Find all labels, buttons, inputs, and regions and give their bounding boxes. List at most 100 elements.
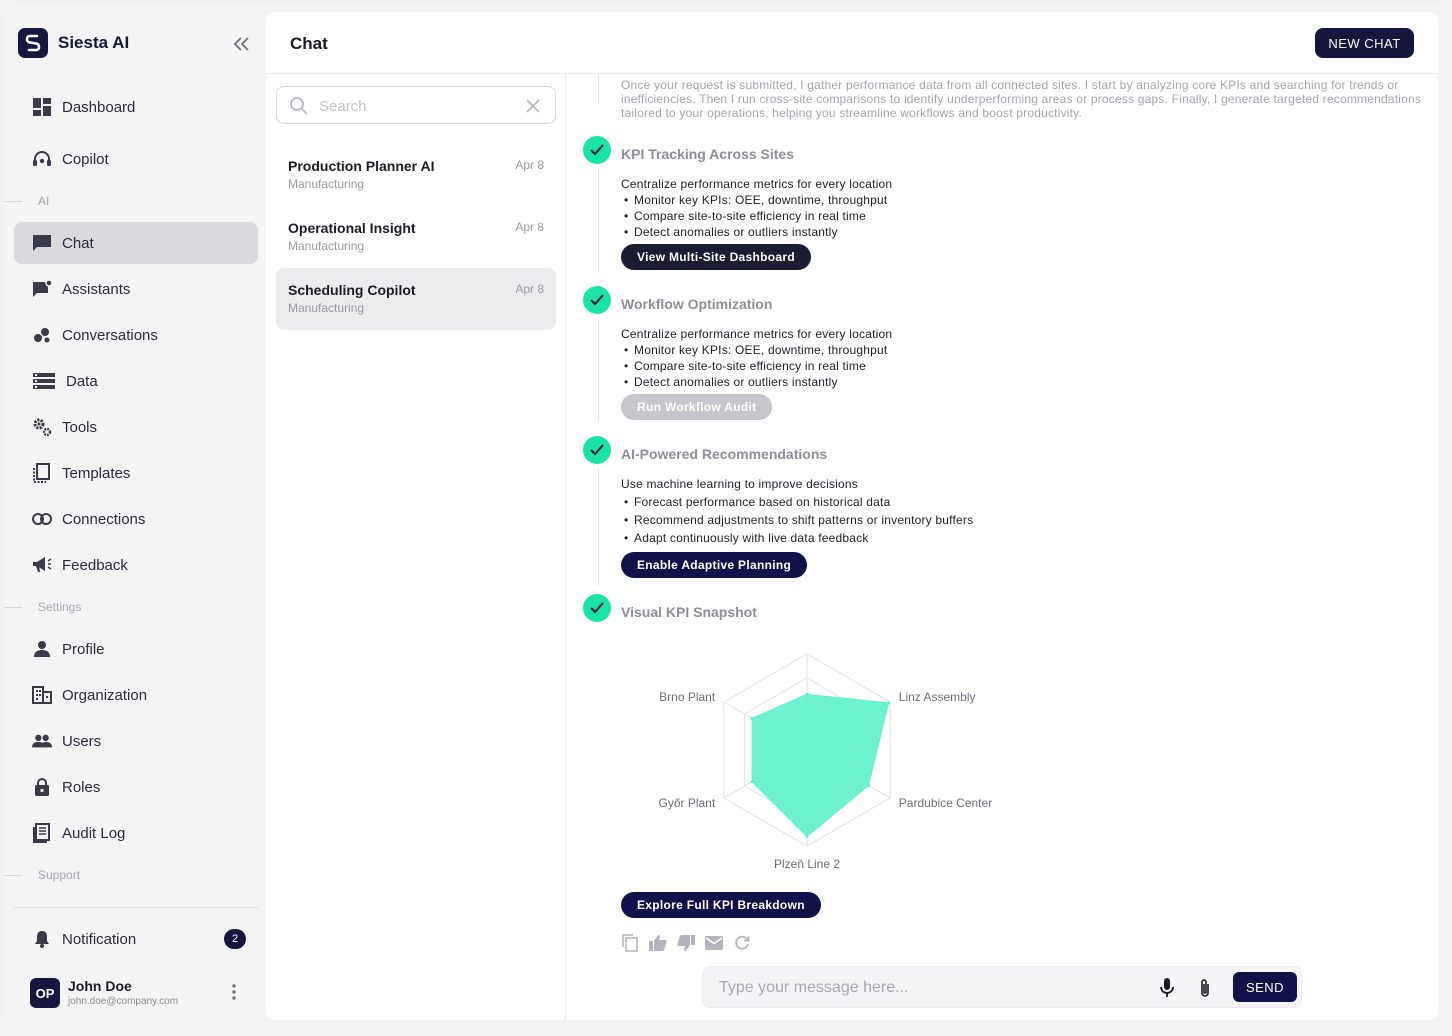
message-actions <box>621 934 751 954</box>
message-input[interactable] <box>719 977 1139 999</box>
sidebar-item-label: Profile <box>62 640 105 658</box>
run-workflow-audit-button[interactable]: Run Workflow Audit <box>621 394 773 420</box>
sidebar-item-conversations[interactable]: Conversations <box>14 314 258 356</box>
sidebar-item-organization[interactable]: Organization <box>14 674 258 716</box>
user-profile[interactable]: OP John Doe john.doe@company.com <box>30 976 256 1008</box>
conversations-icon <box>32 325 52 345</box>
brand-name: Siesta AI <box>58 33 130 52</box>
copy-icon[interactable] <box>621 934 639 952</box>
conversation-title: Production Planner AI <box>288 158 435 174</box>
radar-axis-label: Linz Assembly <box>899 690 976 704</box>
sidebar-item-assistants[interactable]: Assistants <box>14 268 258 310</box>
sidebar-item-notification[interactable]: Notification <box>14 918 258 960</box>
sidebar-item-tools[interactable]: Tools <box>14 406 258 448</box>
megaphone-icon <box>32 555 52 575</box>
step-title: AI-Powered Recommendations <box>621 446 828 462</box>
step-bullet: Compare site-to-site efficiency in real … <box>621 358 892 374</box>
search-input[interactable] <box>319 95 509 117</box>
radar-point <box>805 692 809 696</box>
send-button[interactable]: SEND <box>1233 972 1297 1002</box>
section-label-ai: AI <box>4 194 266 208</box>
check-circle-icon <box>583 136 611 164</box>
brand[interactable]: Siesta AI <box>18 28 129 58</box>
step-title: KPI Tracking Across Sites <box>621 146 794 162</box>
conversation-item-active[interactable]: Scheduling Copilot Manufacturing Apr 8 <box>276 268 556 330</box>
radar-axis-label: Győr Plant <box>658 796 715 810</box>
mail-icon[interactable] <box>705 934 723 952</box>
headset-icon <box>32 149 52 169</box>
sidebar-item-label: Roles <box>62 778 101 796</box>
chat-area: Once your request is submitted, I gather… <box>566 74 1438 1020</box>
enable-adaptive-planning-button[interactable]: Enable Adaptive Planning <box>621 552 808 578</box>
bell-icon <box>32 929 52 949</box>
sidebar-item-label: Tools <box>62 418 98 436</box>
kpi-radar-chart: Katowice Hub Linz Assembly Pardubice Cente… <box>658 644 992 871</box>
conversation-item[interactable]: Production Planner AI Manufacturing Apr … <box>276 144 556 206</box>
sidebar-item-audit-log[interactable]: Audit Log <box>14 812 258 854</box>
radar-point <box>750 780 754 784</box>
data-icon <box>32 371 56 391</box>
sidebar-item-connections[interactable]: Connections <box>14 498 258 540</box>
user-email: john.doe@company.com <box>68 996 179 1007</box>
thumbs-down-icon[interactable] <box>677 934 695 952</box>
sidebar-item-dashboard[interactable]: Dashboard <box>14 86 258 128</box>
paperclip-icon[interactable] <box>1195 977 1215 999</box>
sidebar-item-label: Dashboard <box>62 98 136 116</box>
timeline-line <box>598 74 599 104</box>
sidebar-item-profile[interactable]: Profile <box>14 628 258 670</box>
sidebar-item-feedback[interactable]: Feedback <box>14 544 258 586</box>
more-vertical-icon[interactable] <box>228 982 240 1002</box>
step-lead: Use machine learning to improve decision… <box>621 477 858 491</box>
main-panel: Chat NEW CHAT Production Planner AI Manu… <box>266 12 1438 1020</box>
radar-point <box>750 716 754 720</box>
microphone-icon[interactable] <box>1157 977 1177 999</box>
check-circle-icon <box>583 436 611 464</box>
conversation-date: Apr 8 <box>515 282 544 296</box>
thumbs-up-icon[interactable] <box>649 934 667 952</box>
conversation-subtitle: Manufacturing <box>288 239 365 253</box>
collapse-sidebar-icon[interactable] <box>232 34 252 54</box>
sidebar-item-users[interactable]: Users <box>14 720 258 762</box>
step-title: Workflow Optimization <box>621 296 773 312</box>
close-icon[interactable] <box>523 96 543 116</box>
sidebar-item-templates[interactable]: Templates <box>14 452 258 494</box>
sidebar-item-copilot[interactable]: Copilot <box>14 138 258 180</box>
conversation-list: Production Planner AI Manufacturing Apr … <box>266 74 566 1020</box>
sidebar-item-label: Organization <box>62 686 148 704</box>
sidebar-item-label: Assistants <box>62 280 131 298</box>
step-lead: Centralize performance metrics for every… <box>621 177 893 191</box>
sidebar-item-data[interactable]: Data <box>14 360 258 402</box>
conversation-title: Operational Insight <box>288 220 416 236</box>
step-bullet: Forecast performance based on historical… <box>621 493 973 511</box>
sidebar-item-label: Connections <box>62 510 146 528</box>
brand-logo <box>18 28 48 58</box>
step-bullet: Monitor key KPIs: OEE, downtime, through… <box>621 342 892 358</box>
user-name: John Doe <box>68 978 132 994</box>
sidebar-item-label: Templates <box>62 464 131 482</box>
step-body: Use machine learning to improve decision… <box>621 475 973 547</box>
person-icon <box>32 639 52 659</box>
app-window: Siesta AI Dashboard Copilot AI Chat Assi… <box>4 4 1448 1032</box>
step-bullet: Adapt continuously with live data feedba… <box>621 529 973 547</box>
sidebar-item-roles[interactable]: Roles <box>14 766 258 808</box>
sidebar-item-label: Feedback <box>62 556 128 574</box>
explore-full-kpi-breakdown-button[interactable]: Explore Full KPI Breakdown <box>621 892 821 918</box>
view-multi-site-dashboard-button[interactable]: View Multi-Site Dashboard <box>621 244 811 270</box>
main-header: Chat NEW CHAT <box>266 12 1438 74</box>
refresh-icon[interactable] <box>733 934 751 952</box>
step-lead: Centralize performance metrics for every… <box>621 327 893 341</box>
sidebar: Siesta AI Dashboard Copilot AI Chat Assi… <box>4 4 266 1032</box>
sidebar-item-label: Copilot <box>62 150 109 168</box>
link-icon <box>32 509 52 529</box>
check-circle-icon <box>583 594 611 622</box>
new-chat-button[interactable]: NEW CHAT <box>1315 28 1414 58</box>
page-title: Chat <box>290 34 328 53</box>
chat-icon <box>32 233 52 253</box>
users-icon <box>32 731 52 751</box>
radar-axis-label: Plzeň Line 2 <box>774 857 840 871</box>
step-bullet: Detect anomalies or outliers instantly <box>621 374 892 390</box>
sidebar-item-chat[interactable]: Chat <box>14 222 258 264</box>
step-bullet: Compare site-to-site efficiency in real … <box>621 208 892 224</box>
conversation-item[interactable]: Operational Insight Manufacturing Apr 8 <box>276 206 556 268</box>
radar-axis-label: Brno Plant <box>659 690 716 704</box>
